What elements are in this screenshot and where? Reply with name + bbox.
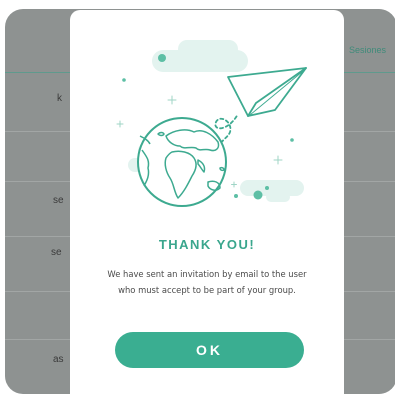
invitation-sent-dialog: THANK YOU! We have sent an invitation by… xyxy=(70,10,344,394)
background-row-cell: as xyxy=(53,354,64,365)
globe-paper-plane-icon xyxy=(116,40,307,207)
dialog-message: We have sent an invitation by email to t… xyxy=(107,269,307,295)
background-row-cell: se xyxy=(51,247,62,258)
background-column-header: Sesiones xyxy=(349,45,387,55)
background-row-cell: se xyxy=(53,195,64,206)
background-row-cell: k xyxy=(57,93,62,104)
screen: Sesiones k se se as THANK YOU! We have s… xyxy=(0,0,395,394)
ok-button[interactable]: OK xyxy=(115,332,304,368)
dialog-title: THANK YOU! xyxy=(158,237,256,252)
